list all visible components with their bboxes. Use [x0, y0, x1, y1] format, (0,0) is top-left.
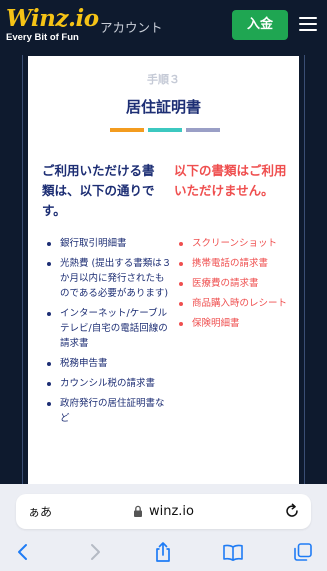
list-item: 携帯電話の請求書 [176, 256, 294, 271]
left-divider [22, 55, 23, 485]
bullet-icon [47, 402, 51, 406]
list-item: カウンシル税の請求書 [44, 376, 172, 391]
bullet-icon [179, 262, 183, 266]
list-item-text: カウンシル税の請求書 [60, 378, 156, 389]
proof-of-address-card: 手順３ 居住証明書 ご利用いただける書類は、以下の通りです。 以下の書類はご利用… [28, 56, 299, 490]
step-label: 手順３ [147, 73, 180, 86]
lock-icon [133, 505, 142, 517]
forward-icon[interactable] [84, 541, 106, 563]
address-bar[interactable]: ぁあ winz.io [16, 494, 311, 529]
accepted-heading: ご利用いただける書類は、以下の通りです。 [42, 163, 155, 218]
list-item: 保険明細書 [176, 316, 294, 331]
tabs-icon[interactable] [292, 541, 314, 563]
bullet-icon [47, 382, 51, 386]
accepted-list: 銀行取引明細書 光熱費 (提出する書類は３か月以内に発行されたものである必要があ… [44, 236, 172, 431]
list-item: 商品購入時のレシート [176, 296, 294, 311]
rejected-heading: 以下の書類はご利用いただけません。 [174, 163, 287, 198]
winz-logo[interactable]: Winz.io Every Bit of Fun [6, 5, 99, 44]
bullet-icon [47, 262, 51, 266]
card-title: 居住証明書 [125, 98, 201, 116]
logo-text: Winz.io [6, 5, 99, 32]
bullet-icon [179, 282, 183, 286]
list-item-text: 商品購入時のレシート [192, 298, 288, 309]
share-icon[interactable] [152, 541, 174, 563]
bullet-icon [47, 312, 51, 316]
list-item-text: 政府発行の居住証明書など [60, 398, 165, 424]
list-item: スクリーンショット [176, 236, 294, 251]
list-item: インターネット/ケーブルテレビ/自宅の電話回線の請求書 [44, 306, 172, 351]
color-bars [110, 128, 220, 132]
reload-icon[interactable] [283, 502, 301, 520]
url-text: winz.io [148, 504, 194, 519]
list-item-text: 銀行取引明細書 [60, 238, 127, 249]
url-display[interactable]: winz.io [16, 494, 311, 529]
browser-chrome: ぁあ winz.io [0, 484, 327, 571]
bullet-icon [179, 322, 183, 326]
list-item-text: 光熱費 (提出する書類は３か月以内に発行されたものである必要があります) [60, 258, 172, 299]
bullet-icon [179, 302, 183, 306]
list-item-text: 医療費の請求書 [192, 278, 259, 289]
list-item-text: スクリーンショット [192, 238, 278, 249]
list-item: 光熱費 (提出する書類は３か月以内に発行されたものである必要があります) [44, 256, 172, 301]
color-bar [110, 128, 144, 132]
list-item-text: 税務申告書 [60, 358, 108, 369]
browser-toolbar [0, 537, 327, 567]
bullet-icon [179, 242, 183, 246]
list-item: 政府発行の居住証明書など [44, 396, 172, 426]
list-item: 税務申告書 [44, 356, 172, 371]
deposit-button[interactable]: 入金 [232, 10, 288, 40]
list-item-text: インターネット/ケーブルテレビ/自宅の電話回線の請求書 [60, 308, 168, 349]
bullet-icon [47, 362, 51, 366]
list-item-text: 保険明細書 [192, 318, 240, 329]
color-bar [148, 128, 182, 132]
account-link[interactable]: アカウント [100, 17, 163, 36]
logo-tagline: Every Bit of Fun [6, 32, 79, 43]
app-header: Winz.io Every Bit of Fun アカウント 入金 [0, 0, 327, 52]
list-item: 医療費の請求書 [176, 276, 294, 291]
color-bar [186, 128, 220, 132]
back-icon[interactable] [12, 541, 34, 563]
list-item: 銀行取引明細書 [44, 236, 172, 251]
hamburger-menu-icon[interactable] [299, 15, 317, 33]
right-divider [304, 55, 305, 485]
bullet-icon [47, 242, 51, 246]
rejected-list: スクリーンショット 携帯電話の請求書 医療費の請求書 商品購入時のレシート 保険… [176, 236, 294, 336]
bookmarks-icon[interactable] [222, 541, 244, 563]
list-item-text: 携帯電話の請求書 [192, 258, 269, 269]
